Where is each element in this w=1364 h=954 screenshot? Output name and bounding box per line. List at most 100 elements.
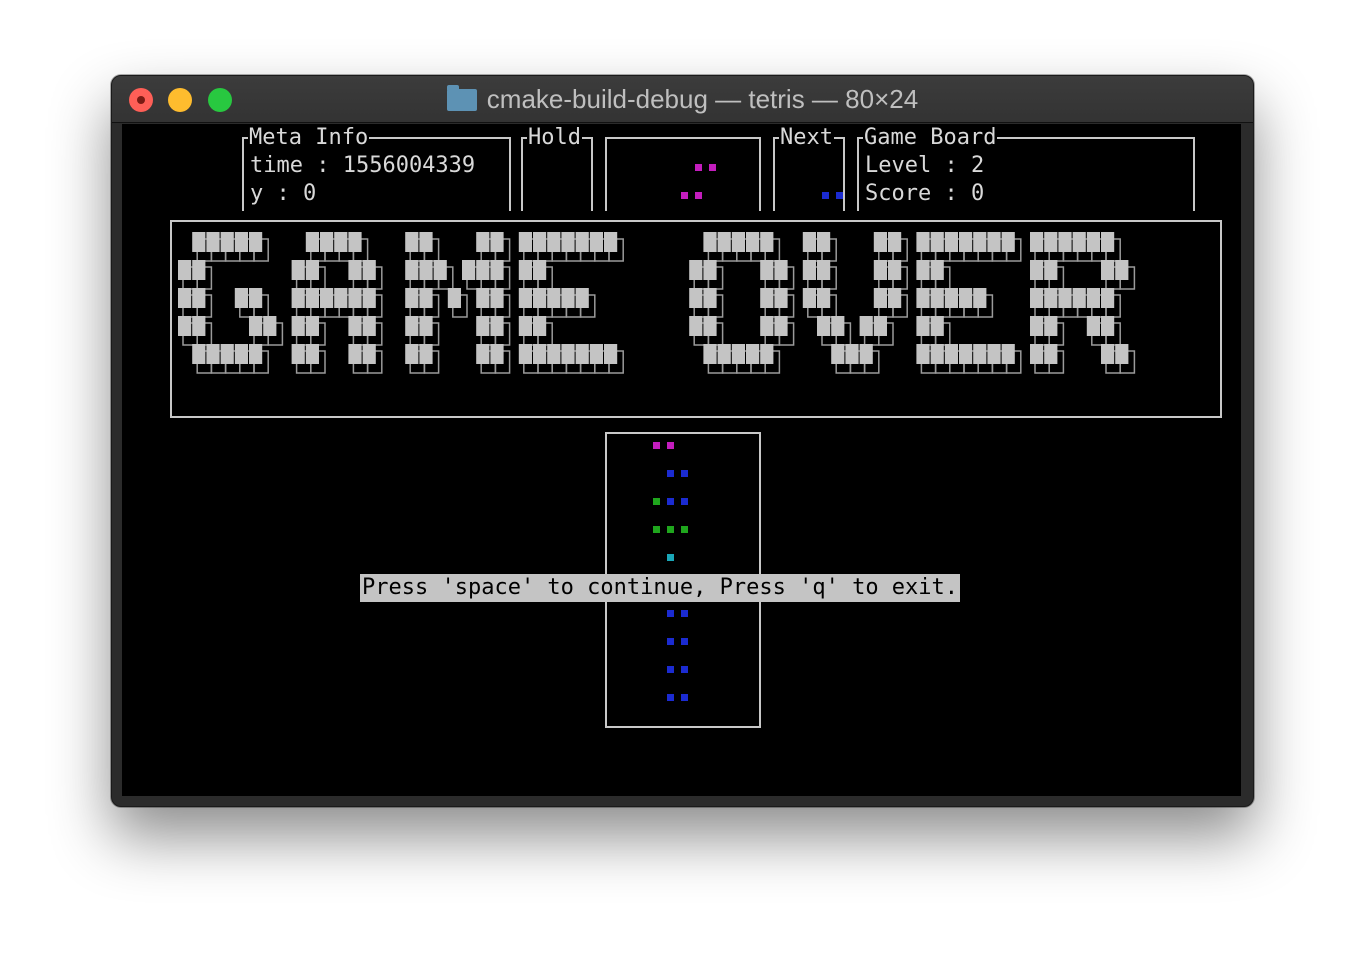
glyph-block (873, 316, 887, 336)
glyph-block (1030, 344, 1044, 364)
board-block (667, 694, 674, 701)
title-bar[interactable]: cmake-build-debug — tetris — 80×24 (112, 76, 1253, 123)
glyph-block (518, 344, 532, 364)
glyph-block (433, 260, 447, 280)
glyph-block (973, 232, 987, 252)
glyph-block (405, 260, 419, 280)
hold-preview-box (605, 137, 761, 211)
glyph-block (305, 316, 319, 336)
glyph-block (305, 260, 319, 280)
glyph-block (490, 288, 504, 308)
glyph-block (817, 232, 831, 252)
glyph-block (575, 288, 589, 308)
glyph-block (760, 288, 774, 308)
board-block (681, 694, 688, 701)
glyph-block (1001, 344, 1015, 364)
glyph-block (561, 344, 575, 364)
window-title: cmake-build-debug — tetris — 80×24 (112, 84, 1253, 114)
glyph-block (802, 260, 816, 280)
glyph-block (305, 288, 319, 308)
glyph-block (703, 260, 717, 280)
board-block (667, 554, 674, 561)
glyph-block (589, 344, 603, 364)
glyph-block (533, 344, 547, 364)
next-label: Next (779, 124, 834, 152)
glyph-block (589, 232, 603, 252)
glyph-block (717, 232, 731, 252)
next-block (822, 192, 829, 199)
glyph-block (689, 288, 703, 308)
glyph-block (291, 288, 305, 308)
terminal-window: cmake-build-debug — tetris — 80×24 Meta … (111, 75, 1254, 807)
glyph-block (476, 260, 490, 280)
glyph-block (405, 288, 419, 308)
glyph-block (320, 232, 334, 252)
glyph-block (1030, 316, 1044, 336)
glyph-block (561, 288, 575, 308)
glyph-block (873, 232, 887, 252)
glyph-block (476, 344, 490, 364)
glyph-block (249, 288, 263, 308)
glyph-block (817, 288, 831, 308)
glyph-block (888, 232, 902, 252)
board-block (681, 666, 688, 673)
glyph-block (1030, 288, 1044, 308)
glyph-block (348, 288, 362, 308)
glyph-block (1030, 232, 1044, 252)
glyph-block (604, 232, 618, 252)
glyph-block (1101, 344, 1115, 364)
glyph-block (746, 344, 760, 364)
window-title-text: cmake-build-debug — tetris — 80×24 (486, 84, 919, 114)
glyph-block (405, 344, 419, 364)
glyph-block (192, 260, 206, 280)
glyph-block (305, 344, 319, 364)
glyph-block (944, 344, 958, 364)
glyph-block (206, 232, 220, 252)
glyph-block (916, 316, 930, 336)
glyph-block (490, 260, 504, 280)
glyph-block (178, 260, 192, 280)
game-board-label: Game Board (863, 124, 998, 152)
glyph-block (703, 316, 717, 336)
glyph-block (717, 344, 731, 364)
folder-icon (446, 85, 477, 111)
board-block (667, 442, 674, 449)
board-block (653, 498, 660, 505)
glyph-block (845, 344, 859, 364)
glyph-block (419, 316, 433, 336)
glyph-block (689, 260, 703, 280)
glyph-block (831, 316, 845, 336)
glyph-block (533, 288, 547, 308)
hold-block (681, 192, 688, 199)
glyph-block (1072, 232, 1086, 252)
glyph-block (873, 288, 887, 308)
glyph-block (1072, 288, 1086, 308)
glyph-block (802, 288, 816, 308)
glyph-block (916, 260, 930, 280)
glyph-block (973, 288, 987, 308)
glyph-block (206, 344, 220, 364)
glyph-block (1044, 288, 1058, 308)
terminal-screen[interactable]: Meta Info time : 1556004339 y : 0 Hold N… (122, 124, 1241, 796)
glyph-block (547, 288, 561, 308)
glyph-block (944, 232, 958, 252)
glyph-block (575, 232, 589, 252)
glyph-block (1044, 232, 1058, 252)
glyph-block (419, 344, 433, 364)
glyph-block (291, 260, 305, 280)
glyph-block (220, 232, 234, 252)
glyph-block (873, 260, 887, 280)
glyph-block (802, 232, 816, 252)
glyph-block (959, 232, 973, 252)
glyph-block (1115, 260, 1129, 280)
glyph-block (774, 288, 788, 308)
glyph-block (1101, 288, 1115, 308)
glyph-block (916, 344, 930, 364)
glyph-block (1044, 260, 1058, 280)
glyph-block (944, 288, 958, 308)
glyph-block (1044, 316, 1058, 336)
glyph-block (1058, 232, 1072, 252)
glyph-block (490, 316, 504, 336)
glyph-block (774, 316, 788, 336)
board-block (681, 638, 688, 645)
